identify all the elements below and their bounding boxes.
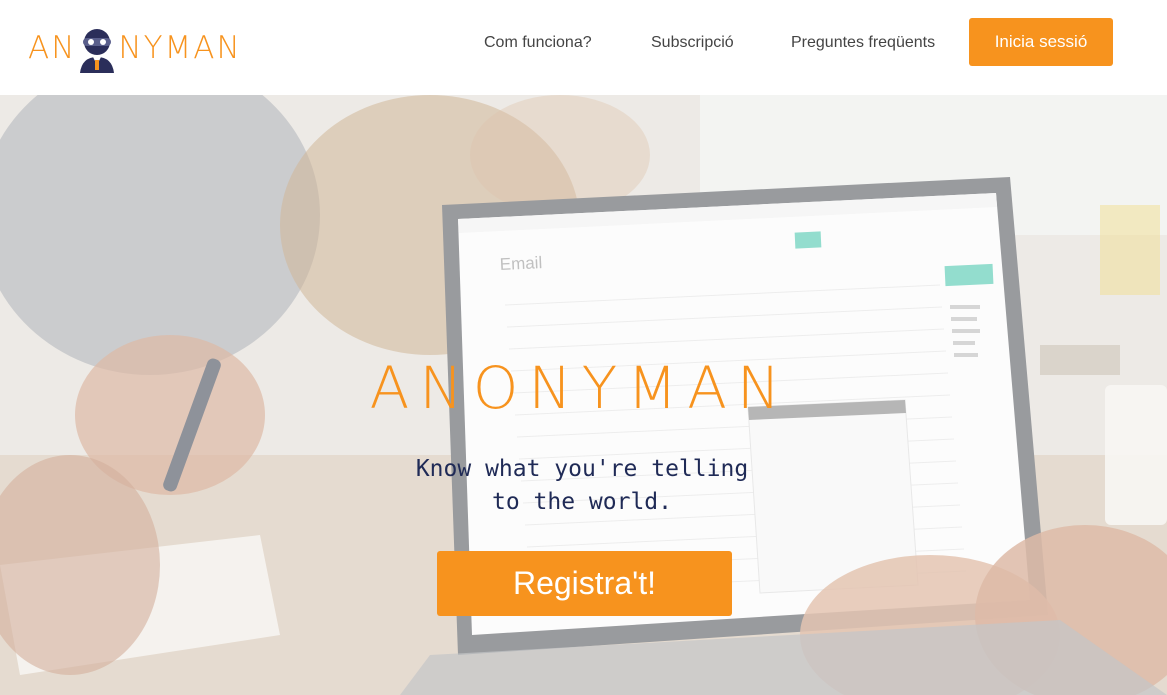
tagline-line-1: Know what you're telling — [415, 456, 749, 482]
logo-text-left: AN — [28, 30, 77, 66]
anonyman-logo[interactable]: AN NYMAN — [28, 22, 248, 74]
masked-man-icon — [78, 27, 116, 73]
register-button[interactable]: Registra't! — [437, 551, 732, 616]
nav-faq[interactable]: Preguntes freqüents — [791, 34, 935, 52]
nav-subscription[interactable]: Subscripció — [651, 34, 734, 52]
top-navigation-bar: AN NYMAN Com funciona? Subscripció Pregu… — [0, 0, 1167, 95]
hero-section: Email ANONYMAN Know what you're telling … — [0, 95, 1167, 695]
hero-wordmark: ANONYMAN — [369, 354, 791, 422]
hero-tagline: Know what you're telling to the world. — [372, 453, 792, 519]
nav-how-it-works[interactable]: Com funciona? — [484, 34, 592, 52]
logo-text-right: NYMAN — [118, 30, 242, 66]
login-button[interactable]: Inicia sessió — [969, 18, 1113, 66]
tagline-line-2: to the world. — [491, 489, 672, 515]
